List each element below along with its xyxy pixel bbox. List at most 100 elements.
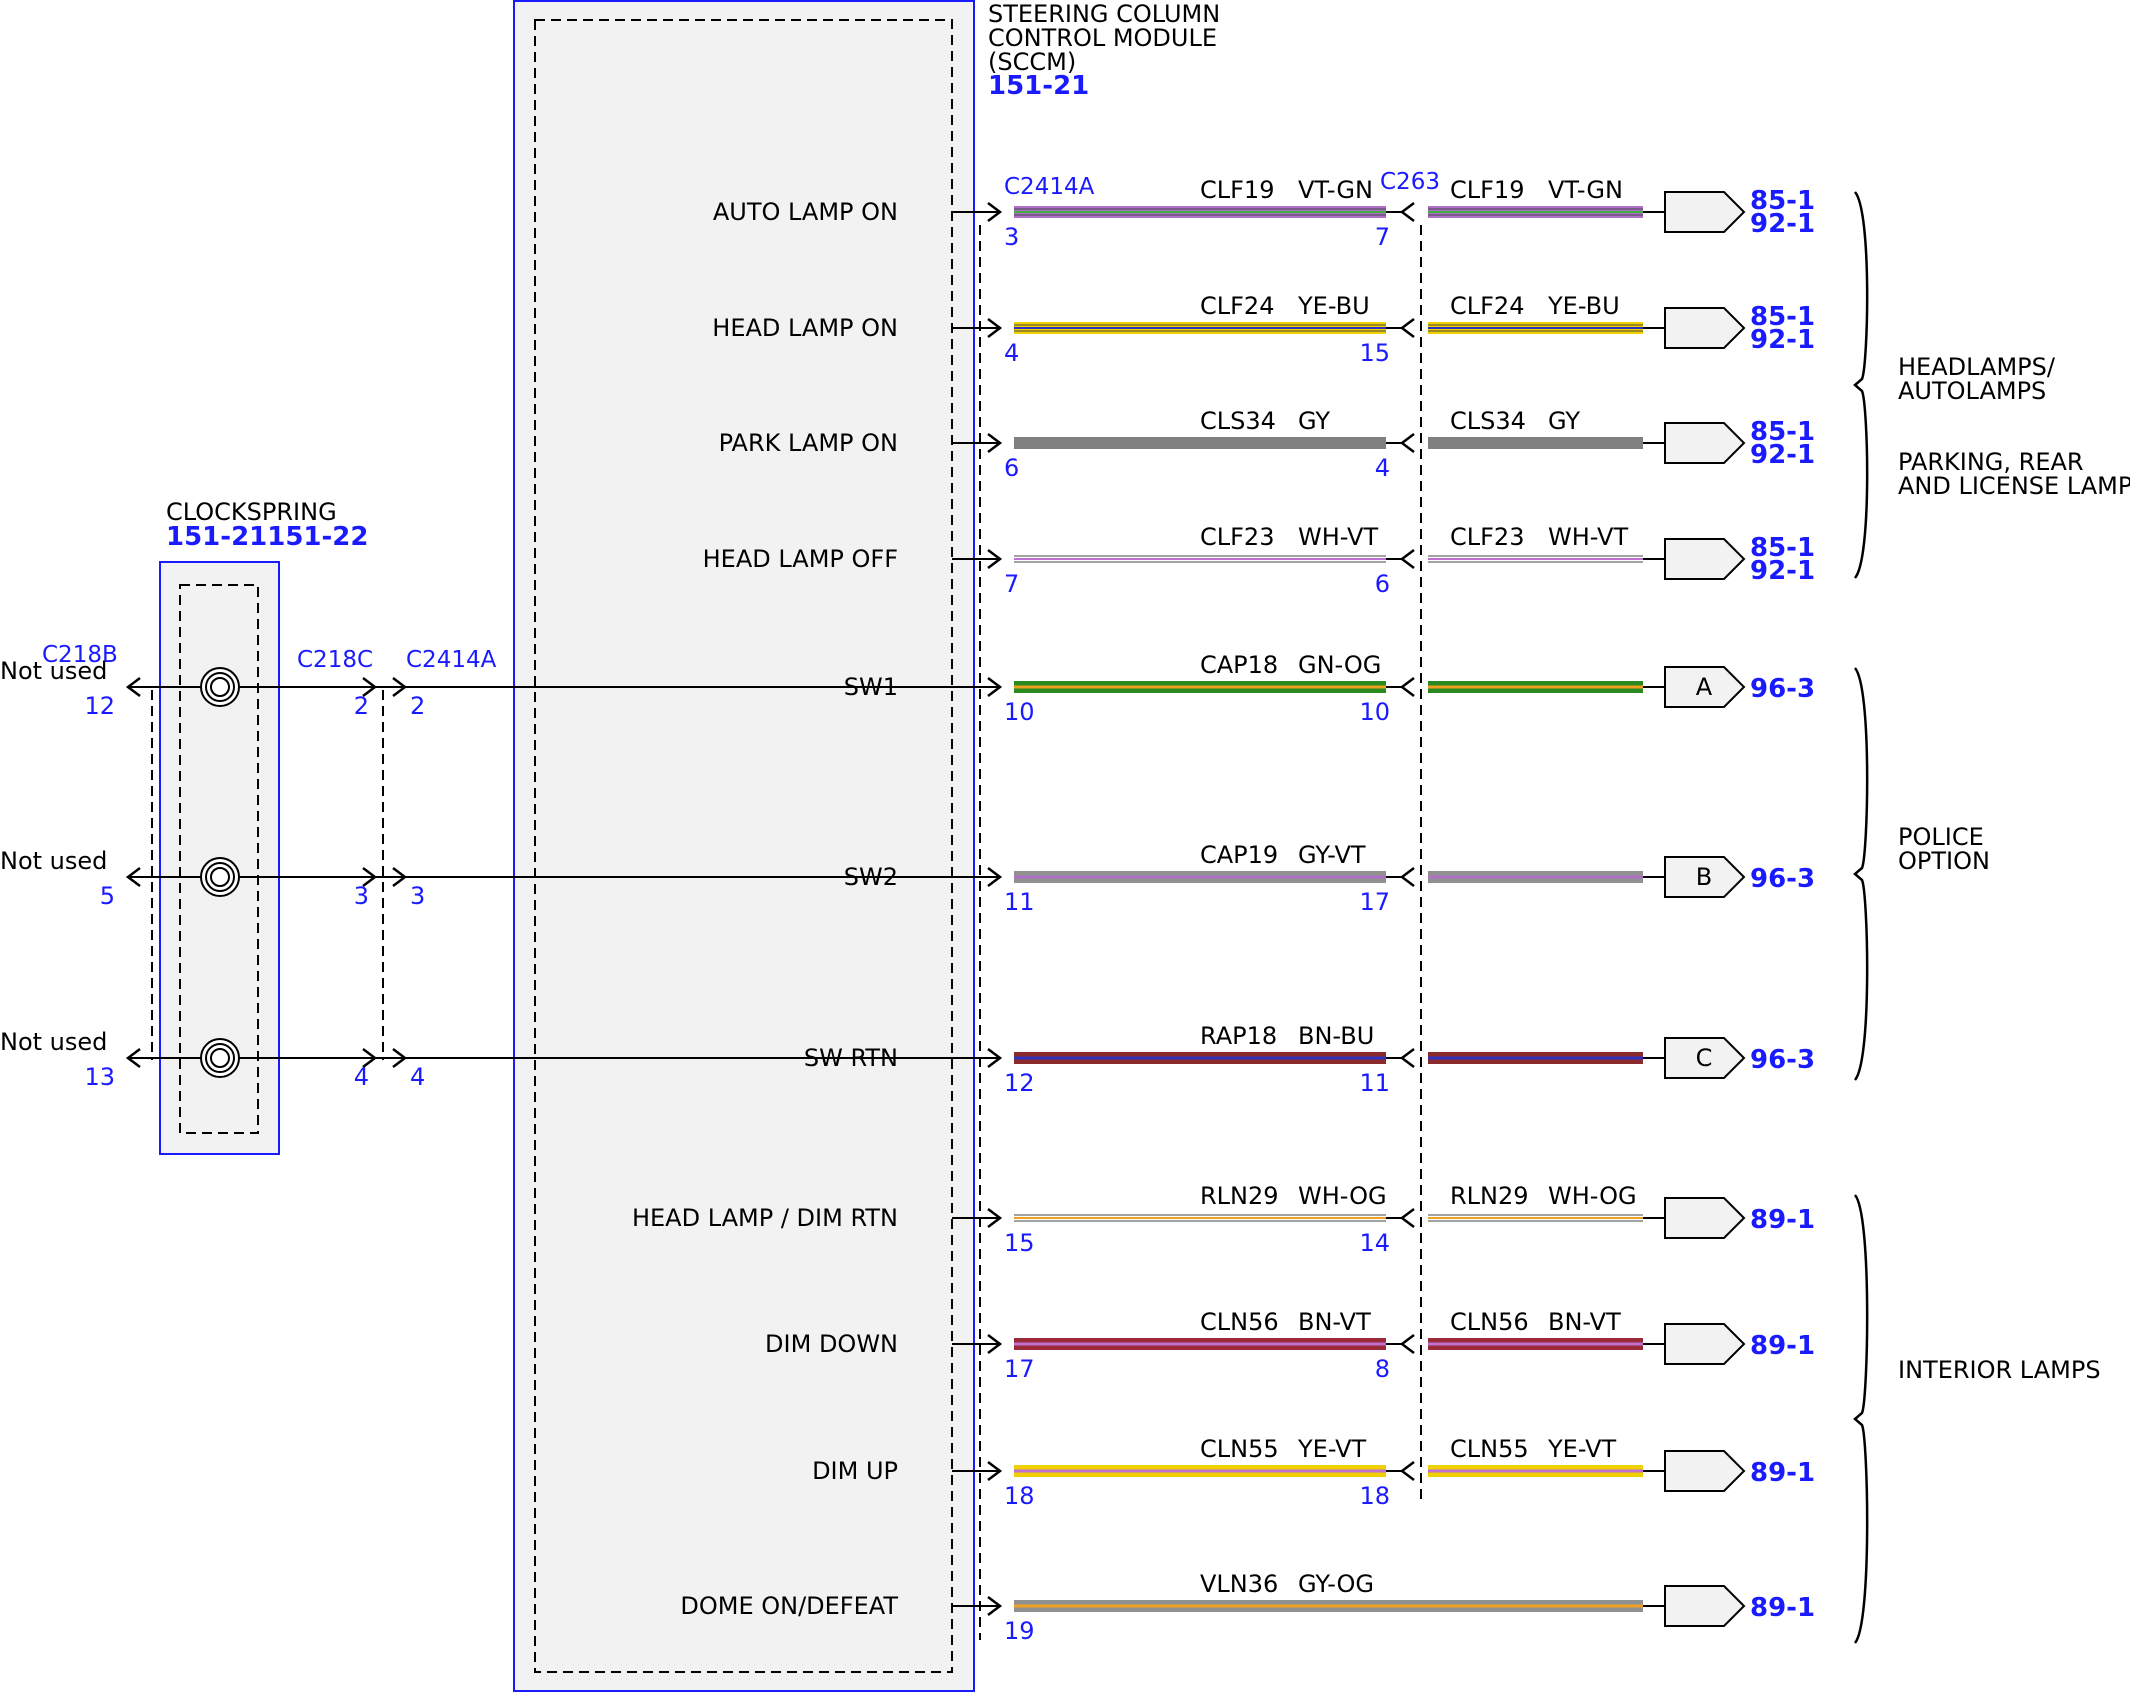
pin-number-c2414a: 18	[1004, 1482, 1035, 1510]
pin-number-c2414a: 7	[1004, 570, 1019, 598]
page-ref-link[interactable]: 96-3	[1750, 1045, 1815, 1075]
wire-color-code-2: YE-BU	[1547, 292, 1620, 320]
pin-number-c2414a: 3	[1004, 223, 1019, 251]
offpage-connector-arrow[interactable]	[1664, 1450, 1746, 1492]
pin-number-c263: 17	[1359, 888, 1390, 916]
page-ref-link[interactable]: 89-1	[1750, 1458, 1815, 1488]
pin-number-c263: 4	[1375, 454, 1390, 482]
circuit-row-4: SW1CAP18 GN-OG10 10A 96-3	[844, 651, 1815, 726]
c2414a-left-pin-number: 2	[410, 692, 425, 720]
offpage-connector-arrow[interactable]	[1664, 538, 1746, 580]
sccm-module-box	[513, 0, 975, 1692]
page-ref-link-2[interactable]: 92-1	[1750, 556, 1815, 586]
page-ref-link[interactable]: 89-1	[1750, 1205, 1815, 1235]
page-ref-link[interactable]: 96-3	[1750, 674, 1815, 704]
offpage-connector-letter: A	[1696, 673, 1713, 701]
pin-number-c2414a: 11	[1004, 888, 1035, 916]
function-label: AUTO LAMP ON	[713, 198, 898, 226]
function-label: DOME ON/DEFEAT	[680, 1592, 898, 1620]
wire-color-code: BN-VT	[1298, 1308, 1371, 1336]
pin-number-c2414a: 6	[1004, 454, 1019, 482]
c263-pin-arrow	[1399, 202, 1415, 222]
offpage-connector-letter: C	[1696, 1044, 1713, 1072]
c218b-pin-number: 5	[100, 882, 115, 910]
group-brace-police	[1853, 667, 1869, 1081]
wire-color-code: WH-OG	[1298, 1182, 1387, 1210]
wire-color-code: VT-GN	[1298, 176, 1373, 204]
pin-number-c263: 11	[1359, 1069, 1390, 1097]
circuit-code: RLN29	[1200, 1182, 1279, 1210]
group-brace-headlamps	[1853, 191, 1869, 579]
clockspring-ref-link[interactable]: 151-21151-22	[166, 522, 369, 552]
wire-color-code-2: GY	[1548, 407, 1580, 435]
connector-c2414a-right: C2414A	[1004, 174, 1095, 200]
c263-pin-arrow	[1399, 1208, 1415, 1228]
c218b-pin-number: 13	[84, 1063, 115, 1091]
wire-color-code: GY-OG	[1298, 1570, 1374, 1598]
offpage-connector-arrow[interactable]	[1664, 1323, 1746, 1365]
offpage-connector-letter: B	[1696, 863, 1712, 891]
page-ref-link[interactable]: 96-3	[1750, 864, 1815, 894]
offpage-connector-arrow[interactable]	[1664, 422, 1746, 464]
pin-number-c263: 10	[1359, 698, 1390, 726]
c218c-pin-number: 4	[354, 1063, 369, 1091]
wire-color-code: GN-OG	[1298, 651, 1381, 679]
connector-c2414a-left: C2414A	[406, 647, 497, 673]
page-ref-link-2[interactable]: 92-1	[1750, 440, 1815, 470]
wire-color-code-2: YE-VT	[1547, 1435, 1616, 1463]
group-label-0-line-1: AUTOLAMPS	[1898, 377, 2046, 405]
offpage-connector-arrow[interactable]	[1664, 191, 1746, 233]
function-label: PARK LAMP ON	[719, 429, 898, 457]
offpage-connector-arrow[interactable]	[1664, 307, 1746, 349]
circuit-code: CAP18	[1200, 651, 1278, 679]
wire-color-code: WH-VT	[1298, 523, 1378, 551]
c263-pin-arrow	[1399, 433, 1415, 453]
circuit-code: RAP18	[1200, 1022, 1277, 1050]
c263-pin-arrow	[1399, 549, 1415, 569]
c218b-pin-number: 12	[84, 692, 115, 720]
group-brace-layer: HEADLAMPS/AUTOLAMPSPARKING, REARAND LICE…	[1853, 191, 2130, 1644]
pin-number-c263: 8	[1375, 1355, 1390, 1383]
pin-number-c263: 7	[1375, 223, 1390, 251]
not-used-label: Not used	[0, 1028, 107, 1056]
function-label: DIM DOWN	[765, 1330, 898, 1358]
circuit-code-2: CLN56	[1450, 1308, 1529, 1336]
page-ref-link[interactable]: 89-1	[1750, 1593, 1815, 1623]
circuit-code-2: CLF19	[1450, 176, 1524, 204]
offpage-connector-arrow[interactable]	[1664, 1197, 1746, 1239]
page-ref-link-2[interactable]: 92-1	[1750, 325, 1815, 355]
group-label-1-line-1: AND LICENSE LAMPS	[1898, 472, 2130, 500]
page-ref-link-2[interactable]: 92-1	[1750, 209, 1815, 239]
circuit-code: CAP19	[1200, 841, 1278, 869]
pin-number-c2414a: 10	[1004, 698, 1035, 726]
wire-color-code-2: VT-GN	[1548, 176, 1623, 204]
c263-pin-arrow	[1399, 1461, 1415, 1481]
circuit-code-2: CLF23	[1450, 523, 1524, 551]
wire-color-code: YE-VT	[1297, 1435, 1366, 1463]
circuit-code-2: RLN29	[1450, 1182, 1529, 1210]
wire-color-code: GY-VT	[1298, 841, 1366, 869]
function-label: DIM UP	[812, 1457, 898, 1485]
circuit-code: CLF24	[1200, 292, 1274, 320]
circuit-code: CLS34	[1200, 407, 1276, 435]
pin-number-c263: 6	[1375, 570, 1390, 598]
circuit-code-2: CLF24	[1450, 292, 1524, 320]
wire-color-code-2: BN-VT	[1548, 1308, 1621, 1336]
circuit-code: CLF19	[1200, 176, 1274, 204]
page-ref-link[interactable]: 89-1	[1750, 1331, 1815, 1361]
sccm-ref-link[interactable]: 151-21	[988, 71, 1089, 101]
offpage-connector-arrow[interactable]	[1664, 1585, 1746, 1627]
c2414a-left-pin-number: 4	[410, 1063, 425, 1091]
circuit-code: VLN36	[1200, 1570, 1278, 1598]
circuit-code: CLN55	[1200, 1435, 1279, 1463]
wire-color-code: YE-BU	[1297, 292, 1370, 320]
function-label: HEAD LAMP / DIM RTN	[632, 1204, 898, 1232]
pin-number-c263: 18	[1359, 1482, 1390, 1510]
wire-color-code: BN-BU	[1298, 1022, 1374, 1050]
c263-pin-arrow	[1399, 1048, 1415, 1068]
circuit-code-2: CLN55	[1450, 1435, 1529, 1463]
wire-color-code: GY	[1298, 407, 1330, 435]
group-label-3-line-0: INTERIOR LAMPS	[1898, 1356, 2101, 1384]
group-brace-interior	[1853, 1194, 1869, 1644]
circuit-code: CLN56	[1200, 1308, 1279, 1336]
